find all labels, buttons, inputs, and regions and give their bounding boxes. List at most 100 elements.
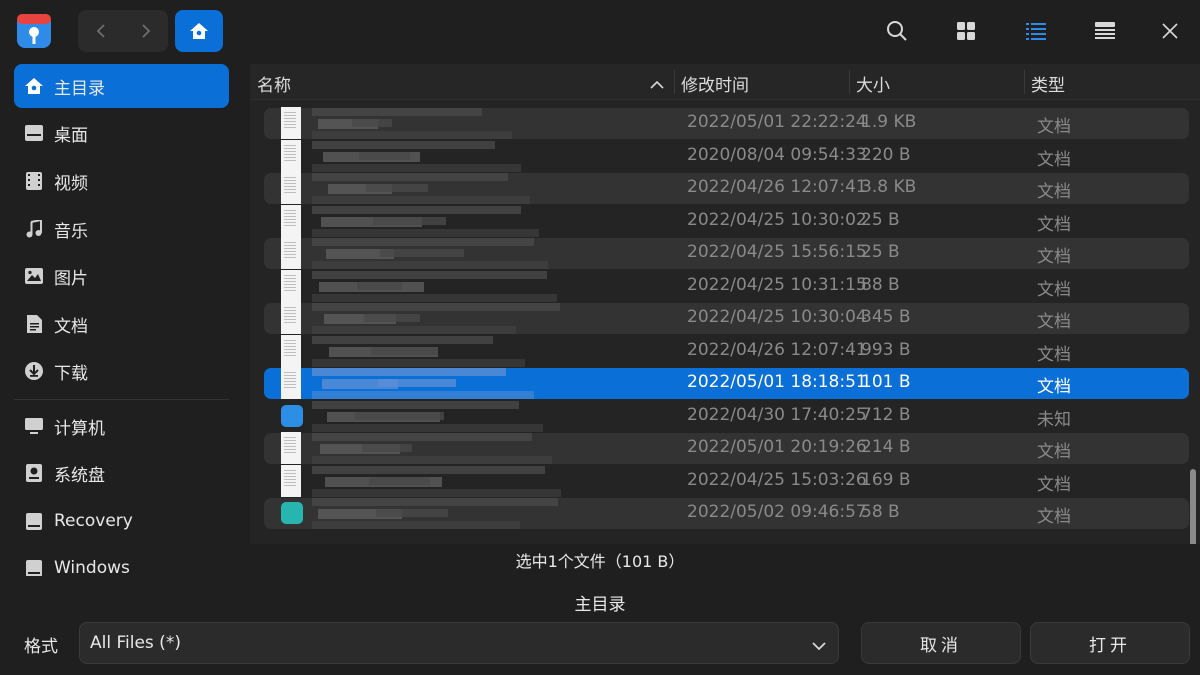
redacted-filename xyxy=(312,171,564,205)
redacted-filename xyxy=(312,334,564,368)
column-size-header[interactable]: 大小 xyxy=(856,71,890,96)
redacted-filename xyxy=(312,106,564,140)
redacted-filename xyxy=(312,236,564,270)
close-button[interactable] xyxy=(1153,14,1187,48)
open-button[interactable]: 打开 xyxy=(1030,622,1190,664)
column-divider[interactable] xyxy=(674,70,675,94)
sidebar-item-music[interactable]: 音乐 xyxy=(14,207,229,251)
size-cell: 25 B xyxy=(861,209,900,230)
type-cell: 未知 xyxy=(1037,409,1071,430)
file-row[interactable]: 2022/05/02 09:46:57 58 B 文档 xyxy=(264,498,1189,529)
column-modified-header[interactable]: 修改时间 xyxy=(681,71,749,96)
document-thumbnail-icon xyxy=(281,172,301,204)
package-file-icon xyxy=(281,502,303,524)
sidebar-item-system-disk[interactable]: 系统盘 xyxy=(14,451,229,495)
document-thumbnail-icon xyxy=(281,204,301,237)
current-location-title: 主目录 xyxy=(574,595,626,615)
detail-view-button[interactable] xyxy=(1088,14,1122,48)
size-cell: 101 B xyxy=(861,372,911,392)
sidebar-item-videos[interactable]: 视频 xyxy=(14,159,229,203)
sidebar-item-label: 下载 xyxy=(54,363,88,384)
chevron-right-icon xyxy=(141,24,150,38)
modified-time-cell: 2022/05/01 20:19:26 xyxy=(687,437,867,457)
sidebar-item-label: 计算机 xyxy=(54,418,105,439)
modified-time-cell: 2022/05/01 22:22:24 xyxy=(687,112,867,132)
breadcrumb-home[interactable] xyxy=(175,10,223,52)
cancel-button[interactable]: 取消 xyxy=(861,622,1021,664)
home-icon xyxy=(190,23,208,39)
column-divider[interactable] xyxy=(1024,70,1025,94)
modified-time-cell: 2022/05/02 09:46:57 xyxy=(687,502,867,522)
picture-icon xyxy=(14,268,54,284)
document-thumbnail-icon xyxy=(281,464,301,497)
app-file-icon xyxy=(281,404,303,427)
file-row[interactable]: 2020/08/04 09:54:33 220 B 文档 xyxy=(264,139,1189,172)
redacted-filename xyxy=(312,366,564,400)
size-cell: 25 B xyxy=(861,242,900,262)
file-row[interactable]: 2022/04/26 12:07:41 3.8 KB 文档 xyxy=(264,171,1189,205)
scrollbar[interactable] xyxy=(1190,469,1196,544)
file-row[interactable]: 2022/04/25 15:56:15 25 B 文档 xyxy=(264,236,1189,270)
sidebar: 主目录 桌面 视频 音乐 图片 文档 下载 计算机 系统盘 Recovery W… xyxy=(0,64,250,578)
column-divider[interactable] xyxy=(849,70,850,94)
size-cell: 712 B xyxy=(861,404,911,425)
column-header: 名称 修改时间 大小 类型 xyxy=(250,64,1200,100)
sidebar-item-computer[interactable]: 计算机 xyxy=(14,404,229,448)
format-select[interactable]: All Files (*) xyxy=(79,622,839,664)
list-view-button[interactable] xyxy=(1019,14,1053,48)
forward-button[interactable] xyxy=(123,10,168,52)
size-cell: 220 B xyxy=(861,144,911,165)
file-row[interactable]: 2022/04/25 15:03:26 169 B 文档 xyxy=(264,464,1189,498)
file-row[interactable]: 2022/04/26 12:07:41 993 B 文档 xyxy=(264,334,1189,368)
grid-view-button[interactable] xyxy=(949,14,983,48)
computer-icon xyxy=(14,417,54,435)
redacted-filename xyxy=(312,431,564,465)
sidebar-item-label: Windows xyxy=(54,558,130,578)
sidebar-item-label: 桌面 xyxy=(54,125,88,146)
file-list: 名称 修改时间 大小 类型 2022/05/01 22:22:24 1.9 KB 文… xyxy=(250,64,1200,544)
file-row[interactable]: 2022/05/01 18:18:51 101 B 文档 xyxy=(264,366,1189,400)
size-cell: 169 B xyxy=(861,469,911,490)
type-cell: 文档 xyxy=(1037,474,1071,495)
file-row[interactable]: 2022/04/30 17:40:25 712 B 未知 xyxy=(264,400,1189,432)
sidebar-item-label: 系统盘 xyxy=(54,465,105,486)
sidebar-item-pictures[interactable]: 图片 xyxy=(14,254,229,298)
file-row[interactable]: 2022/04/25 10:30:04 345 B 文档 xyxy=(264,301,1189,335)
drive-icon xyxy=(14,512,54,530)
type-cell: 文档 xyxy=(1037,149,1071,170)
type-cell: 文档 xyxy=(1037,117,1071,137)
modified-time-cell: 2020/08/04 09:54:33 xyxy=(687,144,867,165)
modified-time-cell: 2022/04/30 17:40:25 xyxy=(687,404,867,425)
document-thumbnail-icon xyxy=(281,269,301,302)
sidebar-item-documents[interactable]: 文档 xyxy=(14,302,229,346)
redacted-filename xyxy=(312,269,564,303)
size-cell: 993 B xyxy=(861,339,911,360)
redacted-filename xyxy=(312,464,564,498)
file-row[interactable]: 2022/05/01 20:19:26 214 B 文档 xyxy=(264,431,1189,465)
back-button[interactable] xyxy=(78,10,123,52)
drive-icon xyxy=(14,559,54,577)
column-name-header[interactable]: 名称 xyxy=(257,71,291,96)
app-logo-icon xyxy=(15,10,53,50)
sidebar-item-downloads[interactable]: 下载 xyxy=(14,349,229,393)
document-thumbnail-icon xyxy=(281,302,301,334)
modified-time-cell: 2022/04/26 12:07:41 xyxy=(687,177,867,197)
format-select-value: All Files (*) xyxy=(90,633,181,653)
file-row[interactable]: 2022/05/01 22:22:24 1.9 KB 文档 xyxy=(264,106,1189,140)
document-thumbnail-icon xyxy=(281,107,301,139)
sidebar-item-desktop[interactable]: 桌面 xyxy=(14,111,229,155)
type-cell: 文档 xyxy=(1037,344,1071,365)
chevron-left-icon xyxy=(96,24,105,38)
column-type-header[interactable]: 类型 xyxy=(1031,71,1065,96)
sidebar-item-label: 视频 xyxy=(54,173,88,194)
file-row[interactable]: 2022/04/25 10:30:02 25 B 文档 xyxy=(264,204,1189,237)
modified-time-cell: 2022/05/01 18:18:51 xyxy=(687,372,867,392)
file-row[interactable]: 2022/04/25 10:31:15 88 B 文档 xyxy=(264,269,1189,303)
modified-time-cell: 2022/04/26 12:07:41 xyxy=(687,339,867,360)
sidebar-item-recovery[interactable]: Recovery xyxy=(14,499,229,543)
type-cell: 文档 xyxy=(1037,312,1071,332)
redacted-filename xyxy=(312,301,564,335)
sidebar-item-home[interactable]: 主目录 xyxy=(14,64,229,108)
search-button[interactable] xyxy=(880,14,914,48)
sort-ascending-icon[interactable] xyxy=(650,74,664,93)
